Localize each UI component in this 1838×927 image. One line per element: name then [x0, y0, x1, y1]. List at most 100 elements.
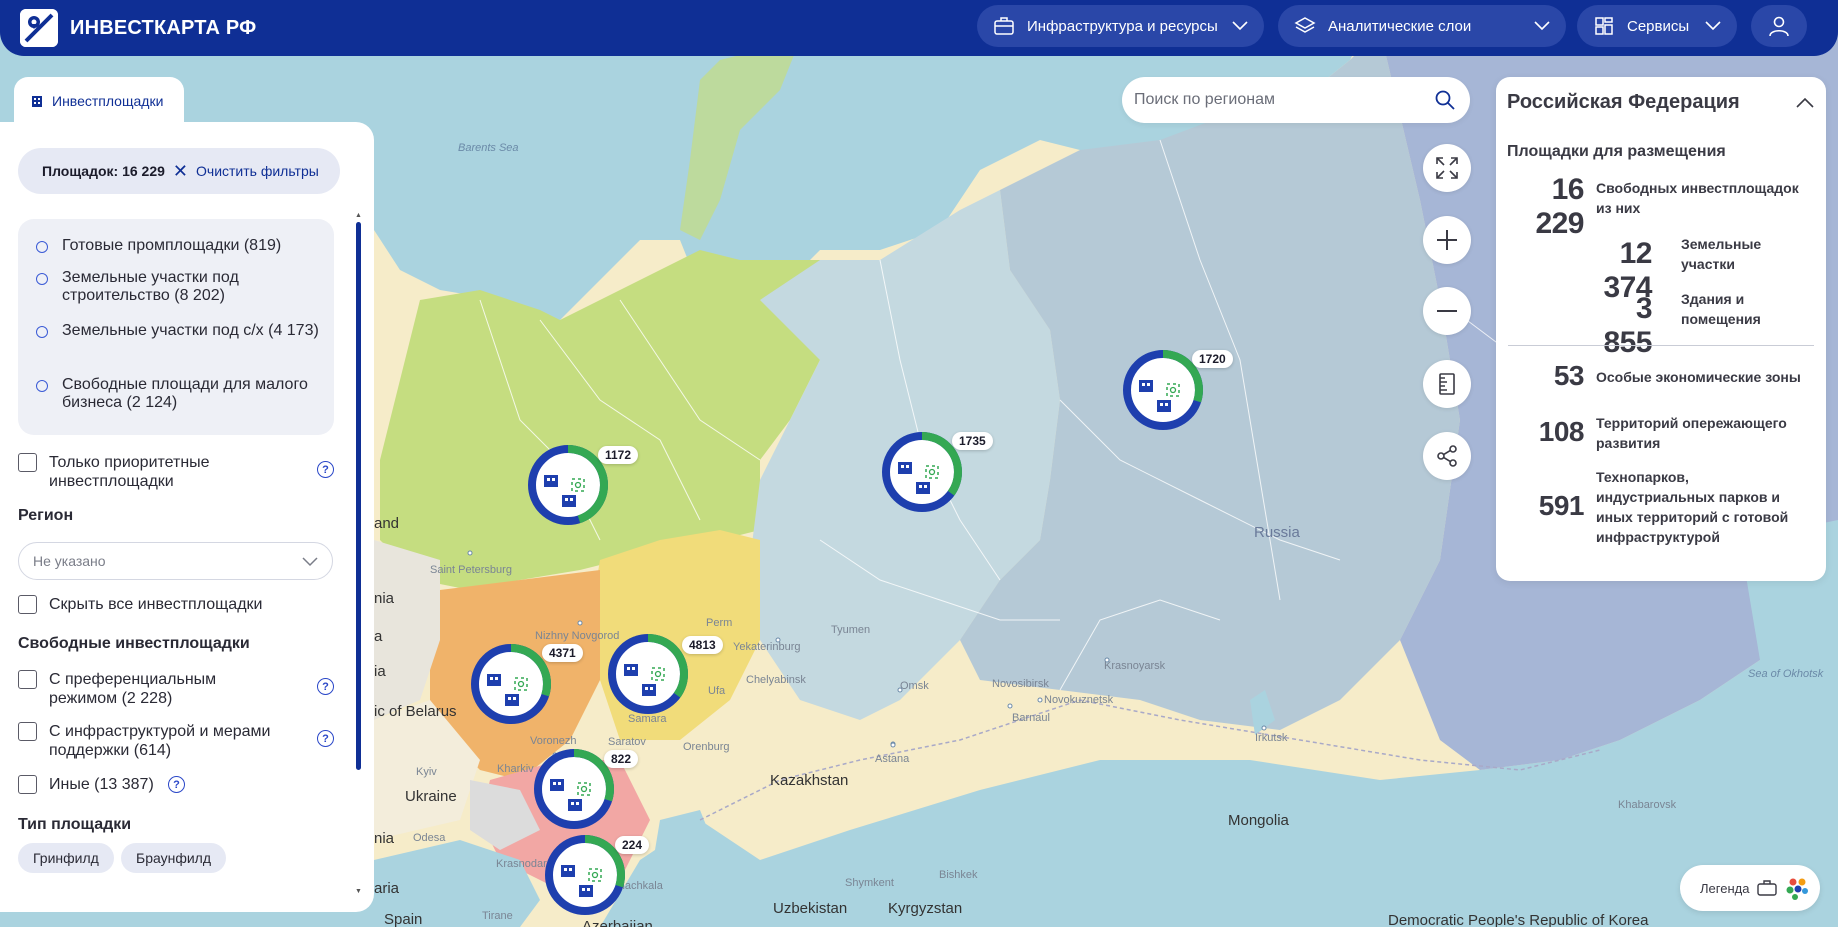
map-label-city: Krasnoyarsk	[1104, 660, 1166, 672]
other-checkbox-row[interactable]: Иные (13 387)	[18, 775, 154, 794]
radio-small-business[interactable]: Свободные площади для малого бизнеса (2 …	[36, 376, 326, 412]
map-label-uzbekistan: Uzbekistan	[773, 900, 848, 917]
priority-checkbox-row[interactable]: Только приоритетные инвестплощадки	[18, 453, 278, 491]
map-label-city: Saint Petersburg	[430, 564, 512, 576]
map-label-city: Chelyabinsk	[746, 674, 806, 686]
marker-donut	[545, 835, 625, 915]
search-icon[interactable]	[1434, 89, 1456, 111]
checkbox[interactable]	[18, 670, 37, 689]
checkbox[interactable]	[18, 722, 37, 741]
site-cluster-marker[interactable]	[1123, 350, 1203, 430]
map-label-mongolia: Mongolia	[1228, 812, 1289, 829]
checkbox[interactable]	[18, 595, 37, 614]
map-label-city: Novokuznetsk	[1044, 694, 1114, 706]
help-icon[interactable]: ?	[317, 461, 334, 478]
top-header: ИНВЕСТКАРТА РФ Инфраструктура и ресурсы …	[0, 0, 1838, 56]
tab-investment-sites[interactable]: Инвестплощадки	[14, 77, 184, 125]
map-label-city: Orenburg	[683, 741, 730, 753]
fullscreen-icon	[1436, 157, 1458, 179]
stat-label: Земельные участки	[1681, 236, 1762, 272]
zoom-in-button[interactable]	[1423, 216, 1471, 264]
region-select[interactable]: Не указано	[18, 542, 333, 580]
radio-icon[interactable]	[36, 380, 48, 392]
clear-filters-link[interactable]: Очистить фильтры	[196, 163, 319, 179]
map-label-spain: Spain	[384, 911, 423, 927]
nav-infrastructure-button[interactable]: Инфраструктура и ресурсы	[977, 5, 1264, 47]
legend-button[interactable]: Легенда	[1680, 865, 1820, 911]
close-icon[interactable]: ✕	[173, 162, 188, 180]
chevron-down-icon	[302, 557, 318, 567]
radio-icon[interactable]	[36, 273, 48, 285]
stat-value: 3 855	[1603, 292, 1652, 359]
map-label-city: Kyiv	[416, 766, 437, 778]
checkbox[interactable]	[18, 453, 37, 472]
map-label-kyrgyzstan: Kyrgyzstan	[888, 900, 963, 917]
share-button[interactable]	[1423, 432, 1471, 480]
map-label-city: Bishkek	[939, 869, 978, 881]
chevron-down-icon	[1232, 21, 1248, 31]
region-select-value: Не указано	[33, 553, 106, 569]
site-cluster-marker[interactable]	[608, 634, 688, 714]
region-search-input[interactable]: Поиск по регионам	[1122, 77, 1470, 123]
map-label-city: Yekaterinburg	[733, 641, 801, 653]
nav-label: Сервисы	[1627, 17, 1690, 35]
stat-value: 108	[1538, 416, 1585, 447]
radio-label: Свободные площади для малого бизнеса (2 …	[62, 376, 308, 411]
info-subtitle: Площадки для размещения	[1507, 143, 1726, 160]
radio-land-construction[interactable]: Земельные участки под строительство (8 2…	[36, 269, 326, 305]
radio-ready-industrial[interactable]: Готовые промплощадки (819)	[36, 237, 326, 255]
nav-services-button[interactable]: Сервисы	[1577, 5, 1737, 47]
checkbox[interactable]	[18, 775, 37, 794]
marker-count-badge: 1720	[1192, 350, 1233, 368]
map-label-dprk: Democratic People's Republic of Korea	[1388, 912, 1649, 927]
marker-count-badge: 1735	[952, 432, 993, 450]
scroll-down-icon[interactable]: ▼	[355, 888, 362, 895]
search-placeholder: Поиск по регионам	[1134, 91, 1275, 108]
help-icon[interactable]: ?	[317, 678, 334, 695]
logo-map-pin-icon	[20, 9, 58, 47]
filter-count: Площадок: 16 229	[42, 163, 165, 179]
preferential-checkbox-row[interactable]: С преференциальным режимом (2 228)	[18, 670, 278, 708]
scrollbar-thumb[interactable]	[356, 222, 361, 770]
map-label-ukraine: Ukraine	[405, 788, 457, 805]
zoom-out-button[interactable]	[1423, 287, 1471, 335]
marker-count-badge: 4813	[682, 636, 723, 654]
radio-land-agro[interactable]: Земельные участки под с/х (4 173)	[36, 322, 326, 340]
stat-label: Особые экономические зоны	[1596, 369, 1801, 385]
map-label-city: Krasnodar	[496, 858, 547, 870]
map-label-latvia: a	[374, 628, 383, 645]
marker-donut	[1123, 350, 1203, 430]
site-cluster-marker[interactable]	[545, 835, 625, 915]
radio-icon[interactable]	[36, 241, 48, 253]
marker-donut	[882, 432, 962, 512]
map-label-kazakhstan: Kazakhstan	[770, 772, 849, 789]
tag-brownfield[interactable]: Браунфилд	[121, 843, 227, 873]
site-cluster-marker[interactable]	[471, 644, 551, 724]
scroll-up-icon[interactable]: ▲	[355, 212, 362, 219]
help-icon[interactable]: ?	[168, 776, 185, 793]
radio-icon[interactable]	[36, 326, 48, 338]
hide-all-checkbox-row[interactable]: Скрыть все инвестплощадки	[18, 595, 262, 614]
marker-count-badge: 1172	[598, 446, 639, 464]
logo[interactable]: ИНВЕСТКАРТА РФ	[20, 9, 256, 47]
info-title: Российская Федерация	[1507, 91, 1740, 113]
help-icon[interactable]: ?	[317, 730, 334, 747]
site-cluster-marker[interactable]	[534, 749, 614, 829]
chevron-up-icon[interactable]	[1796, 97, 1814, 108]
site-cluster-marker[interactable]	[882, 432, 962, 512]
map-label-russia: Russia	[1254, 524, 1300, 541]
map-label-city: Irkutsk	[1255, 732, 1288, 744]
fullscreen-button[interactable]	[1423, 144, 1471, 192]
ruler-button[interactable]	[1423, 360, 1471, 408]
tag-greenfield[interactable]: Гринфилд	[18, 843, 114, 873]
nav-analytics-button[interactable]: Аналитические слои	[1278, 5, 1566, 47]
user-profile-button[interactable]	[1751, 5, 1807, 47]
priority-label: Только приоритетные инвестплощадки	[49, 454, 210, 490]
infrastructure-checkbox-row[interactable]: С инфраструктурой и мерами поддержки (61…	[18, 722, 278, 760]
site-cluster-marker[interactable]	[528, 445, 608, 525]
map-label-city: Samara	[628, 713, 667, 725]
map-label-finland: and	[374, 515, 400, 532]
map-label-city: Astana	[875, 753, 910, 765]
map-label-belarus: ic of Belarus	[374, 703, 457, 720]
user-icon	[1769, 16, 1789, 37]
